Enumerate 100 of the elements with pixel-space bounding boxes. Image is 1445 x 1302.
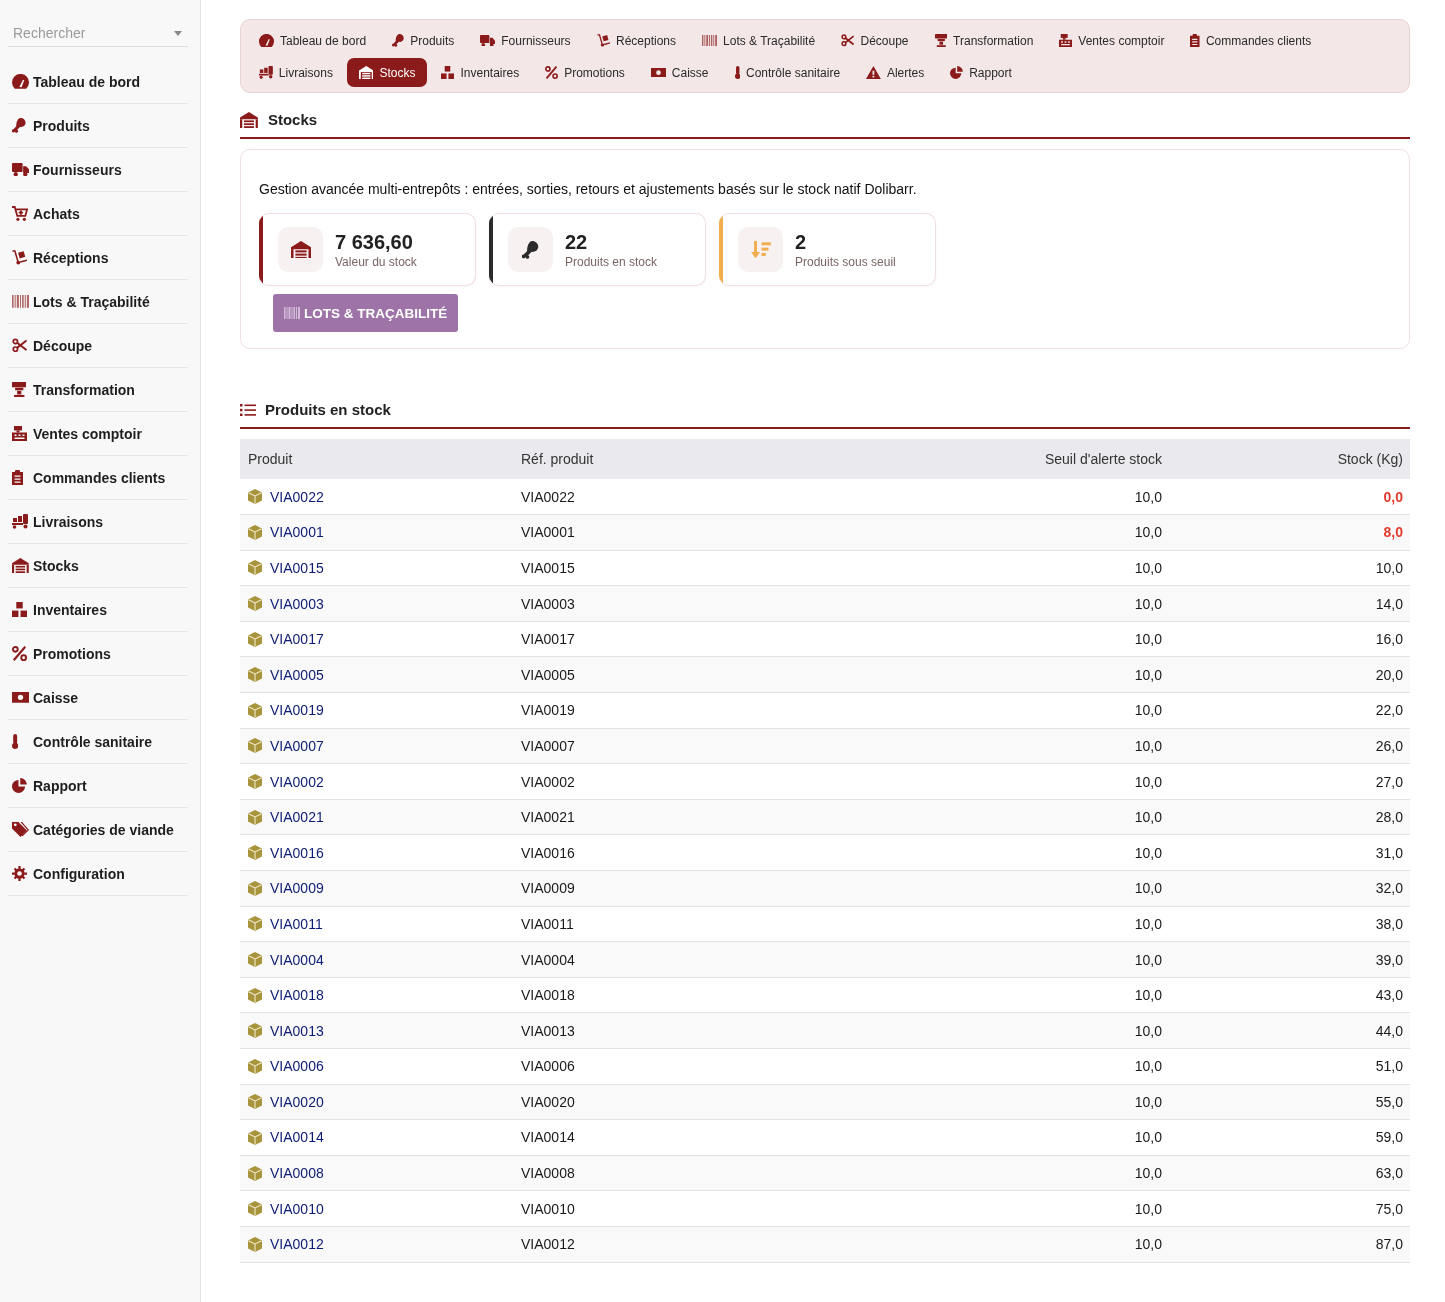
table-cell: 51,0 [1170,1048,1410,1085]
nav-tab[interactable]: Livraisons [247,58,345,87]
table-cell: 10,0 [913,656,1170,693]
nav-tab[interactable]: Alertes [854,58,937,87]
table-cell: 10,0 [913,1226,1170,1263]
product-link[interactable]: VIA0016 [270,844,324,861]
table-cell: VIA0008 [513,1155,913,1191]
nav-tab[interactable]: Tableau de bord [247,26,379,55]
table-cell: 10,0 [913,870,1170,907]
stat-value: 2 [795,229,808,254]
sidebar-item[interactable]: Rapport [8,764,188,808]
sidebar-item[interactable]: Commandes clients [8,456,188,500]
table-cell: VIA0009 [513,870,913,907]
sidebar-item[interactable]: Caisse [8,676,188,720]
product-link[interactable]: VIA0008 [270,1165,324,1182]
table-cell: 10,0 [913,977,1170,1013]
drumstick-icon [12,118,26,133]
nav-tab[interactable]: Commandes clients [1178,26,1324,55]
sidebar-item[interactable]: Produits [8,104,188,148]
sidebar-item[interactable]: Tableau de bord [8,60,188,104]
table-cell: VIA0011 [513,906,913,942]
table-cell: 10,0 [1170,550,1410,586]
nav-tab[interactable]: Contrôle sanitaire [722,58,853,87]
product-link[interactable]: VIA0001 [270,524,324,541]
sidebar-item[interactable]: Transformation [8,368,188,412]
product-link[interactable]: VIA0007 [270,737,324,754]
product-link[interactable]: VIA0015 [270,560,324,576]
table-cell: 10,0 [913,728,1170,764]
table-cell: VIA0016 [513,834,913,871]
sidebar-item[interactable]: Promotions [8,632,188,676]
barcode-icon [702,34,718,47]
sidebar-item[interactable]: Stocks [8,544,188,588]
sidebar-item[interactable]: Inventaires [8,588,188,632]
dolly-icon [259,66,273,79]
table-cell: VIA0013 [513,1012,913,1049]
product-link[interactable]: VIA0002 [270,773,324,790]
product-link[interactable]: VIA0022 [270,488,324,505]
nav-tab[interactable]: Transformation [922,26,1046,55]
nav-tab[interactable]: Stocks [346,58,428,87]
table-cell: 10,0 [913,906,1170,942]
product-link[interactable]: VIA0020 [270,1093,324,1110]
nav-tab[interactable]: Produits [380,26,467,55]
cube-icon [248,667,262,683]
product-link[interactable]: VIA0012 [270,1236,324,1253]
sidebar-item[interactable]: Fournisseurs [8,148,188,192]
warehouse-icon [12,558,29,573]
sidebar-item[interactable]: Contrôle sanitaire [8,720,188,764]
product-link[interactable]: VIA0006 [270,1058,324,1075]
nav-tab[interactable]: Découpe [829,26,921,55]
nav-tab[interactable]: Ventes comptoir [1047,26,1177,55]
search-field[interactable]: Rechercher [8,20,188,47]
cube-icon [248,1023,262,1039]
machine-icon [12,382,27,397]
sidebar-item[interactable]: Découpe [8,324,188,368]
table-cell: 55,0 [1170,1084,1410,1120]
table-cell: 44,0 [1170,1012,1410,1049]
nav-tab[interactable]: Rapport [938,58,1024,87]
sidebar-item[interactable]: Configuration [8,852,188,896]
sidebar-item[interactable]: Lots & Traçabilité [8,280,188,324]
table-cell: VIA0002 [513,763,913,800]
product-link[interactable]: VIA0003 [270,595,324,612]
table-cell: 10,0 [913,692,1170,729]
nav-tab[interactable]: Promotions [533,58,637,87]
barcode-icon [284,307,300,319]
lots-button[interactable]: LOTS & TRAÇABILITÉ [273,294,459,332]
sidebar-item[interactable]: Catégories de viande [8,808,188,852]
truck-icon [12,162,29,177]
product-link[interactable]: VIA0005 [270,666,324,683]
product-link[interactable]: VIA0009 [270,880,324,897]
sidebar-item[interactable]: Réceptions [8,236,188,280]
table-cell: 32,0 [1170,870,1410,907]
sidebar-item[interactable]: Ventes comptoir [8,412,188,456]
nav-tab[interactable]: Inventaires [429,58,532,87]
nav-tab[interactable]: Réceptions [584,26,689,55]
product-link[interactable]: VIA0013 [270,1022,324,1039]
product-link[interactable]: VIA0004 [270,951,324,968]
product-link[interactable]: VIA0021 [270,809,324,826]
product-link[interactable]: VIA0019 [270,702,324,719]
cube-icon [248,1130,262,1145]
nav-tab[interactable]: Lots & Traçabilité [690,26,828,55]
product-link[interactable]: VIA0018 [270,987,324,1004]
cube-icon [248,702,262,718]
product-link[interactable]: VIA0011 [270,915,323,932]
table-cell: 10,0 [913,799,1170,835]
table-cell: 10,0 [913,1155,1170,1191]
nav-tab[interactable]: Fournisseurs [468,26,583,55]
table-cell: 10,0 [913,479,1170,515]
sidebar-item[interactable]: Achats [8,192,188,236]
product-link[interactable]: VIA0014 [270,1129,324,1146]
sidebar-item[interactable]: Livraisons [8,500,188,544]
product-link[interactable]: VIA0010 [270,1200,324,1217]
nav-tab[interactable]: Caisse [638,58,721,87]
product-link[interactable]: VIA0017 [270,631,324,648]
table-cell: VIA0019 [513,692,913,729]
gauge-icon [259,34,274,47]
cube-icon [248,845,262,861]
clipboard-icon [1190,34,1200,47]
table-cell: VIA0022 [513,479,913,515]
pie-chart-icon [950,66,964,79]
table-cell: 10,0 [913,1119,1170,1156]
